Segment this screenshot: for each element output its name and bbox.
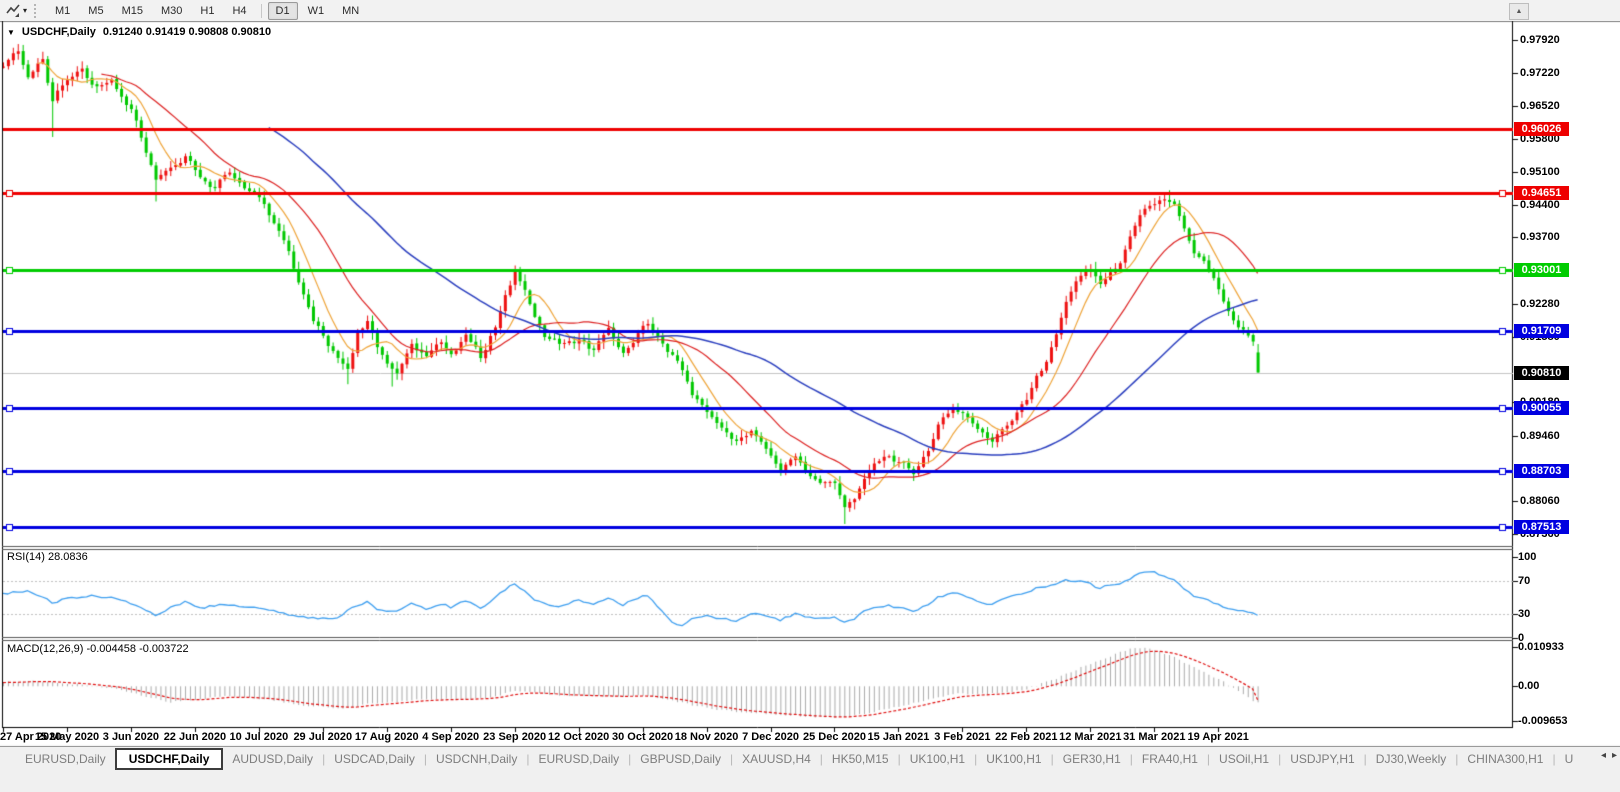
rsi-scale-label: 70 (1518, 575, 1531, 588)
chart-tab-usdjpy-h1[interactable]: USDJPY,H1 (1281, 749, 1363, 769)
price-axis-tick: 0.88060 (1520, 495, 1560, 508)
chart-tab-usoil-h1[interactable]: USOil,H1 (1210, 749, 1278, 769)
timeframe-button-m30[interactable]: M30 (153, 2, 190, 20)
price-axis-tick: 0.94400 (1520, 198, 1560, 211)
chart-tab-uk100-h1[interactable]: UK100,H1 (977, 749, 1050, 769)
chart-tab-china300-h1[interactable]: CHINA300,H1 (1458, 749, 1552, 769)
chart-tab-usdcad-daily[interactable]: USDCAD,Daily (325, 749, 424, 769)
price-axis-tick: 0.89460 (1520, 429, 1560, 442)
hline-price-badge-0.96026: 0.96026 (1514, 121, 1569, 136)
price-axis-tick: 0.96520 (1520, 99, 1560, 112)
price-axis-tick: 0.97920 (1520, 34, 1560, 47)
hline-price-badge-0.91709: 0.91709 (1514, 323, 1569, 338)
trading-platform-window: ▾ M1 M5 M15 M30 H1 H4 D1 W1 MN ▲ ▼ USDCHF,Daily … (0, 0, 1620, 792)
collapse-triangle-icon[interactable]: ▼ (7, 28, 15, 37)
macd-scale-label: 0.00 (1518, 680, 1540, 693)
chevron-down-icon[interactable]: ▾ (23, 6, 27, 15)
price-axis-tick: 0.95100 (1520, 166, 1560, 179)
hline-price-badge-0.93001: 0.93001 (1514, 263, 1569, 278)
chart-tab-u[interactable]: U (1556, 749, 1583, 769)
tab-scroll-buttons: ◂ ▸ (1601, 750, 1617, 761)
date-axis-label: 19 Apr 2021 (1187, 731, 1249, 743)
current-price-badge: 0.90810 (1514, 365, 1569, 380)
chart-tab-eurusd-daily[interactable]: EURUSD,Daily (16, 749, 115, 769)
chart-symbol-label: USDCHF,Daily (21, 26, 96, 38)
toolbar-separator (260, 3, 262, 18)
timeframe-button-m15[interactable]: M15 (114, 2, 151, 20)
chart-ohlc-values: 0.91240 0.91419 0.90808 0.90810 (102, 26, 272, 38)
tab-scroll-right-icon[interactable]: ▸ (1612, 750, 1617, 761)
rsi-scale-label: 100 (1518, 551, 1537, 563)
chart-title: ▼ USDCHF,Daily 0.91240 0.91419 0.90808 0… (7, 26, 271, 38)
hline-price-badge-0.90055: 0.90055 (1514, 400, 1569, 415)
chart-tab-ger30-h1[interactable]: GER30,H1 (1054, 749, 1130, 769)
pointer-tool-icon[interactable] (3, 3, 23, 19)
chart-tab-gbpusd-daily[interactable]: GBPUSD,Daily (631, 749, 730, 769)
hline-price-badge-0.88703: 0.88703 (1514, 464, 1569, 478)
timeframe-button-w1[interactable]: W1 (300, 2, 333, 20)
chart-tab-uk100-h1[interactable]: UK100,H1 (901, 749, 974, 769)
price-axis-tick: 0.97220 (1520, 66, 1560, 79)
chart-tab-hk50-m15[interactable]: HK50,M15 (823, 749, 898, 769)
tab-scroll-left-icon[interactable]: ◂ (1601, 750, 1606, 761)
hline-price-badge-0.94651: 0.94651 (1514, 186, 1569, 200)
status-strip (0, 771, 1620, 792)
chart-tab-eurusd-daily[interactable]: EURUSD,Daily (529, 749, 628, 769)
timeframe-toolbar: ▾ M1 M5 M15 M30 H1 H4 D1 W1 MN ▲ (0, 0, 1620, 21)
timeframe-button-d1[interactable]: D1 (267, 1, 298, 20)
chart-tab-usdchf-daily[interactable]: USDCHF,Daily (114, 748, 224, 770)
hline-price-badge-0.87513: 0.87513 (1514, 519, 1569, 534)
chart-tab-dj30-weekly[interactable]: DJ30,Weekly (1367, 749, 1455, 769)
macd-scale-label: -0.009653 (1518, 715, 1568, 727)
price-axis-tick: 0.92280 (1520, 297, 1560, 310)
timeframe-button-group: M1 M5 M15 M30 H1 H4 D1 W1 MN (46, 1, 368, 20)
price-axis-tick: 0.93700 (1520, 231, 1560, 244)
timeframe-button-h4[interactable]: H4 (224, 2, 254, 20)
timeframe-button-mn[interactable]: MN (334, 2, 367, 20)
macd-scale-label: 0.010933 (1518, 641, 1564, 653)
rsi-indicator-label: RSI(14) 28.0836 (7, 551, 88, 563)
chart-tab-fra40-h1[interactable]: FRA40,H1 (1133, 749, 1207, 769)
pointer-tool-glyph (6, 4, 20, 17)
timeframe-button-m5[interactable]: M5 (80, 2, 111, 20)
macd-indicator-label: MACD(12,26,9) -0.004458 -0.003722 (7, 643, 189, 655)
scroll-up-button[interactable]: ▲ (1509, 3, 1529, 20)
chart-tab-xauusd-h4[interactable]: XAUUSD,H4 (733, 749, 820, 769)
chart-tab-audusd-daily[interactable]: AUDUSD,Daily (223, 749, 322, 769)
timeframe-button-m1[interactable]: M1 (47, 2, 78, 20)
rsi-scale-label: 30 (1518, 607, 1531, 620)
timeframe-button-h1[interactable]: H1 (192, 2, 222, 20)
toolbar-grip-handle[interactable] (34, 3, 41, 18)
chart-canvas[interactable] (0, 0, 1620, 792)
chart-tab-bar: EURUSD,Daily USDCHF,Daily AUDUSD,Daily | USD… (0, 746, 1620, 771)
chart-tab-usdcnh-daily[interactable]: USDCNH,Daily (427, 749, 526, 769)
